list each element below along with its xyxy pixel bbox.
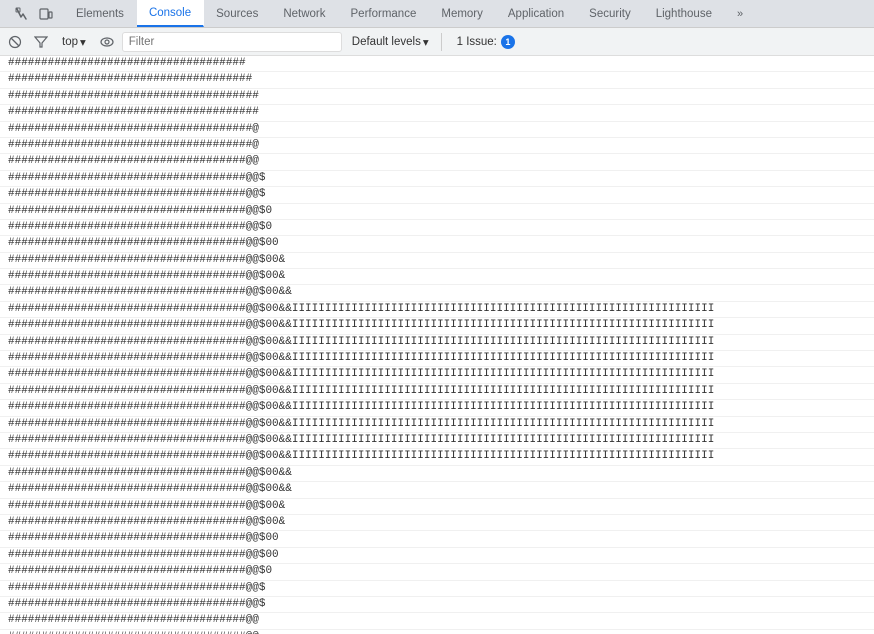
device-toggle-icon[interactable] xyxy=(34,2,58,26)
tab-security[interactable]: Security xyxy=(577,0,644,27)
console-line: ####################################@@ xyxy=(0,613,874,629)
console-line: #################################### xyxy=(0,56,874,72)
console-line: ####################################@@ xyxy=(0,154,874,170)
console-line: ####################################@@$0… xyxy=(0,285,874,301)
console-line: #####################################@ xyxy=(0,138,874,154)
live-expressions-button[interactable] xyxy=(96,31,118,53)
tab-memory[interactable]: Memory xyxy=(429,0,496,27)
console-line: ####################################@@$0 xyxy=(0,564,874,580)
console-line: ###################################### xyxy=(0,89,874,105)
console-line: ####################################@@$ xyxy=(0,187,874,203)
issues-count-badge: 1 xyxy=(501,35,515,49)
inspect-icon[interactable] xyxy=(10,2,34,26)
console-line: ####################################@@$0… xyxy=(0,318,874,334)
console-line: ####################################@@$0… xyxy=(0,531,874,547)
console-line: ####################################@@$0… xyxy=(0,400,874,416)
console-line: ####################################@@$0… xyxy=(0,515,874,531)
console-line: ####################################@@$0… xyxy=(0,269,874,285)
tab-lighthouse[interactable]: Lighthouse xyxy=(644,0,725,27)
console-line: ###################################### xyxy=(0,105,874,121)
log-levels-dropdown[interactable]: Default levels ▾ xyxy=(346,33,435,51)
tab-console[interactable]: Console xyxy=(137,0,204,27)
tab-more[interactable]: » xyxy=(725,0,756,27)
console-line: ####################################@@$0… xyxy=(0,417,874,433)
console-line: ####################################@@ xyxy=(0,630,874,634)
console-line: ####################################@@$0… xyxy=(0,499,874,515)
console-line: ####################################@@$0 xyxy=(0,204,874,220)
console-line: ##################################### xyxy=(0,72,874,88)
filter-icon-button[interactable] xyxy=(30,31,52,53)
tab-network[interactable]: Network xyxy=(271,0,338,27)
context-dropdown[interactable]: top ▾ xyxy=(56,33,92,51)
console-line: ####################################@@$0… xyxy=(0,449,874,465)
tab-sources[interactable]: Sources xyxy=(204,0,271,27)
console-line: ####################################@@$0… xyxy=(0,466,874,482)
devtools-icon-buttons xyxy=(4,0,64,27)
issues-button[interactable]: 1 Issue: 1 xyxy=(448,32,524,52)
console-line: ####################################@@$ xyxy=(0,171,874,187)
console-line: ####################################@@$0… xyxy=(0,335,874,351)
console-line: ####################################@@$ xyxy=(0,597,874,613)
console-line: ####################################@@$0… xyxy=(0,253,874,269)
console-line: ####################################@@$0… xyxy=(0,351,874,367)
console-line: ####################################@@$0… xyxy=(0,433,874,449)
devtools-tab-bar: Elements Console Sources Network Perform… xyxy=(0,0,874,28)
console-line: ####################################@@$0… xyxy=(0,548,874,564)
console-line: ####################################@@$0… xyxy=(0,236,874,252)
tab-application[interactable]: Application xyxy=(496,0,577,27)
console-line: ####################################@@$ xyxy=(0,581,874,597)
tab-performance[interactable]: Performance xyxy=(339,0,430,27)
console-line: #####################################@ xyxy=(0,122,874,138)
console-output[interactable]: ########################################… xyxy=(0,56,874,634)
console-line: ####################################@@$0… xyxy=(0,367,874,383)
toolbar-divider xyxy=(441,33,442,51)
tab-elements[interactable]: Elements xyxy=(64,0,137,27)
console-line: ####################################@@$0 xyxy=(0,220,874,236)
console-line: ####################################@@$0… xyxy=(0,384,874,400)
filter-input[interactable] xyxy=(122,32,342,52)
clear-console-button[interactable] xyxy=(4,31,26,53)
console-line: ####################################@@$0… xyxy=(0,302,874,318)
console-line: ####################################@@$0… xyxy=(0,482,874,498)
console-toolbar: top ▾ Default levels ▾ 1 Issue: 1 xyxy=(0,28,874,56)
